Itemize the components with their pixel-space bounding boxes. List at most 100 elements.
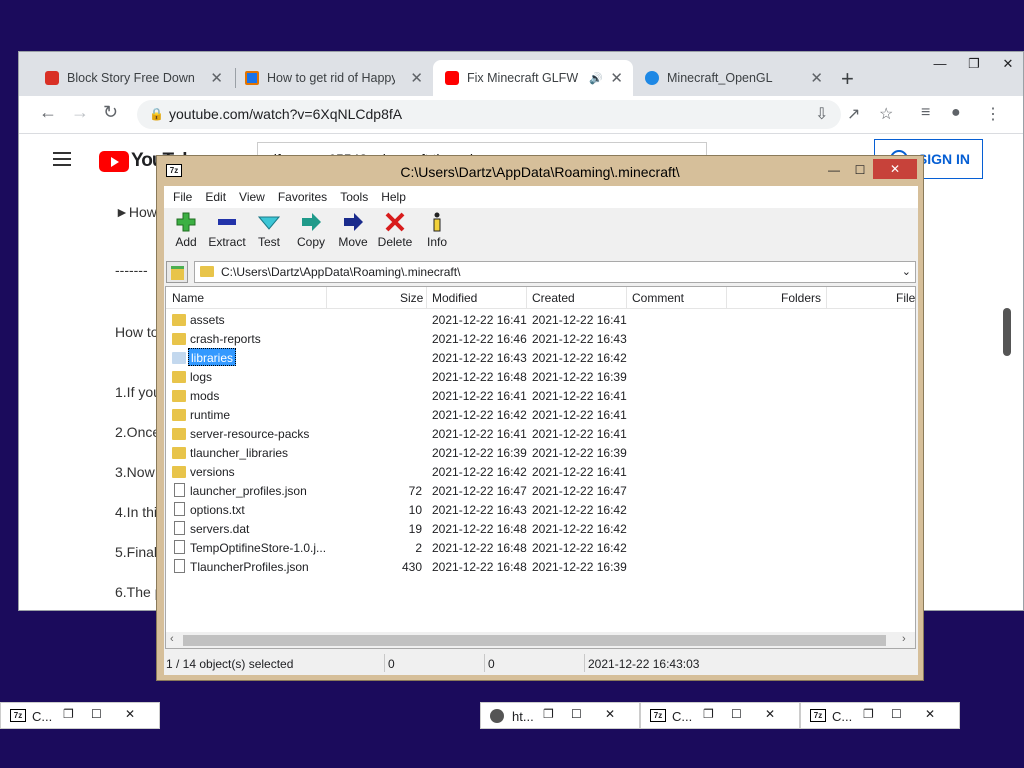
column-files[interactable]: File — [896, 291, 915, 305]
scrollbar-thumb[interactable] — [1003, 308, 1011, 356]
tab-youtube[interactable]: Fix Minecraft GLFW E 🔊 ✕ — [433, 60, 633, 96]
file-row[interactable]: logs 2021-12-22 16:48 2021-12-22 16:39 — [166, 367, 915, 386]
restore-icon[interactable]: ❐ — [63, 707, 74, 721]
tab-opengl[interactable]: Minecraft_OpenGL ✕ — [633, 60, 833, 96]
media-control-icon[interactable]: ≡ — [921, 104, 930, 122]
menu-favorites[interactable]: Favorites — [278, 190, 327, 204]
file-row[interactable]: runtime 2021-12-22 16:42 2021-12-22 16:41 — [166, 405, 915, 424]
bookmark-star-icon[interactable]: ☆ — [879, 104, 893, 124]
menu-tools[interactable]: Tools — [340, 190, 368, 204]
maximize-icon[interactable]: ☐ — [847, 160, 873, 180]
close-icon[interactable]: ✕ — [125, 707, 135, 721]
file-name: server-resource-packs — [190, 427, 310, 441]
title-bar[interactable]: 7z C:\Users\Dartz\AppData\Roaming\.minec… — [157, 156, 923, 186]
description-line: How to — [115, 324, 159, 340]
menu-edit[interactable]: Edit — [205, 190, 226, 204]
minimize-icon[interactable]: — — [821, 160, 847, 180]
forward-icon[interactable]: → — [71, 102, 89, 123]
file-size: 19 — [408, 522, 422, 536]
copy-button[interactable]: Copy — [289, 212, 333, 249]
move-button[interactable]: Move — [331, 212, 375, 249]
file-created: 2021-12-22 16:47 — [532, 484, 627, 498]
file-row[interactable]: libraries 2021-12-22 16:43 2021-12-22 16:4… — [166, 348, 915, 367]
scrollbar-thumb[interactable] — [183, 635, 886, 646]
file-row[interactable]: server-resource-packs 2021-12-22 16:41 202… — [166, 424, 915, 443]
new-tab-button[interactable]: + — [841, 66, 854, 92]
column-size[interactable]: Size — [400, 291, 423, 305]
file-row[interactable]: options.txt 10 2021-12-22 16:43 2021-12-22 … — [166, 500, 915, 519]
url-text: youtube.com/watch?v=6XqNLCdp8fA — [169, 106, 403, 122]
speaker-icon[interactable]: 🔊 — [589, 72, 603, 85]
hamburger-icon[interactable] — [53, 152, 71, 166]
extract-button[interactable]: Extract — [205, 212, 249, 249]
path-input[interactable]: C:\Users\Dartz\AppData\Roaming\.minecraf… — [194, 261, 916, 283]
tab-block-story[interactable]: Block Story Free Downloa ✕ — [33, 60, 233, 96]
maximize-icon[interactable]: ❐ — [957, 52, 991, 78]
info-button[interactable]: Info — [415, 212, 459, 249]
folder-icon — [172, 333, 186, 345]
address-bar[interactable]: 🔒 youtube.com/watch?v=6XqNLCdp8fA — [137, 100, 841, 129]
file-size: 430 — [401, 560, 422, 574]
column-name[interactable]: Name — [172, 291, 204, 305]
file-row[interactable]: tlauncher_libraries 2021-12-22 16:39 2021-… — [166, 443, 915, 462]
maximize-icon[interactable]: ☐ — [731, 707, 742, 721]
menu-icon[interactable]: ⋮ — [985, 104, 1001, 124]
close-icon[interactable]: ✕ — [873, 159, 917, 179]
maximize-icon[interactable]: ☐ — [571, 707, 582, 721]
description-line: ------- — [115, 262, 148, 278]
close-window-icon[interactable]: ✕ — [991, 52, 1024, 78]
file-row[interactable]: servers.dat 19 2021-12-22 16:48 2021-12-22 … — [166, 519, 915, 538]
restore-icon[interactable]: ❐ — [863, 707, 874, 721]
share-icon[interactable]: ↗ — [847, 104, 860, 124]
maximize-icon[interactable]: ☐ — [91, 707, 102, 721]
back-icon[interactable]: ← — [39, 102, 57, 123]
folder-up-icon[interactable] — [166, 261, 188, 283]
column-folders[interactable]: Folders — [781, 291, 821, 305]
file-created: 2021-12-22 16:42 — [532, 351, 627, 365]
column-comment[interactable]: Comment — [632, 291, 684, 305]
minimized-window-7zip[interactable]: 7z C... ❐ ☐ ✕ — [0, 702, 160, 729]
add-button[interactable]: Add — [164, 212, 208, 249]
file-name: options.txt — [190, 503, 245, 517]
file-row[interactable]: crash-reports 2021-12-22 16:46 2021-12-22 … — [166, 329, 915, 348]
column-created[interactable]: Created — [532, 291, 575, 305]
tab-happy[interactable]: How to get rid of Happy ✕ — [233, 60, 433, 96]
file-created: 2021-12-22 16:43 — [532, 332, 627, 346]
tab-title: How to get rid of Happy — [267, 71, 395, 85]
test-button[interactable]: Test — [247, 212, 291, 249]
menu-help[interactable]: Help — [381, 190, 406, 204]
delete-button[interactable]: Delete — [373, 212, 417, 249]
chevron-down-icon[interactable]: ⌄ — [902, 262, 911, 282]
restore-icon[interactable]: ❐ — [543, 707, 554, 721]
file-row[interactable]: TlauncherProfiles.json 430 2021-12-22 16:4… — [166, 557, 915, 576]
scroll-right-icon[interactable]: › — [902, 633, 906, 645]
install-icon[interactable]: ⇩ — [815, 104, 828, 124]
close-icon[interactable]: ✕ — [925, 707, 935, 721]
minimize-icon[interactable]: — — [923, 52, 957, 78]
close-icon[interactable]: ✕ — [410, 69, 423, 87]
minimized-window-7zip[interactable]: 7z C... ❐ ☐ ✕ — [640, 702, 800, 729]
scroll-left-icon[interactable]: ‹ — [170, 633, 174, 645]
menu-view[interactable]: View — [239, 190, 265, 204]
file-row[interactable]: mods 2021-12-22 16:41 2021-12-22 16:41 — [166, 386, 915, 405]
reload-icon[interactable]: ↻ — [103, 102, 118, 123]
column-modified[interactable]: Modified — [432, 291, 477, 305]
maximize-icon[interactable]: ☐ — [891, 707, 902, 721]
file-row[interactable]: versions 2021-12-22 16:42 2021-12-22 16:41 — [166, 462, 915, 481]
minimized-window-chrome[interactable]: ht... ❐ ☐ ✕ — [480, 702, 640, 729]
close-icon[interactable]: ✕ — [605, 707, 615, 721]
file-row[interactable]: TempOptifineStore-1.0.j... 2 2021-12-22 16… — [166, 538, 915, 557]
horizontal-scrollbar[interactable]: ‹ › — [166, 632, 915, 648]
file-row[interactable]: assets 2021-12-22 16:41 2021-12-22 16:41 — [166, 310, 915, 329]
close-icon[interactable]: ✕ — [210, 69, 223, 87]
selection-count: 1 / 14 object(s) selected — [166, 657, 294, 671]
close-icon[interactable]: ✕ — [810, 69, 823, 87]
sevenzip-icon: 7z — [650, 709, 666, 722]
close-icon[interactable]: ✕ — [765, 707, 775, 721]
close-icon[interactable]: ✕ — [610, 69, 623, 87]
menu-file[interactable]: File — [173, 190, 192, 204]
minimized-window-7zip[interactable]: 7z C... ❐ ☐ ✕ — [800, 702, 960, 729]
file-row[interactable]: launcher_profiles.json 72 2021-12-22 16:47… — [166, 481, 915, 500]
restore-icon[interactable]: ❐ — [703, 707, 714, 721]
profile-icon[interactable]: ● — [951, 104, 961, 122]
